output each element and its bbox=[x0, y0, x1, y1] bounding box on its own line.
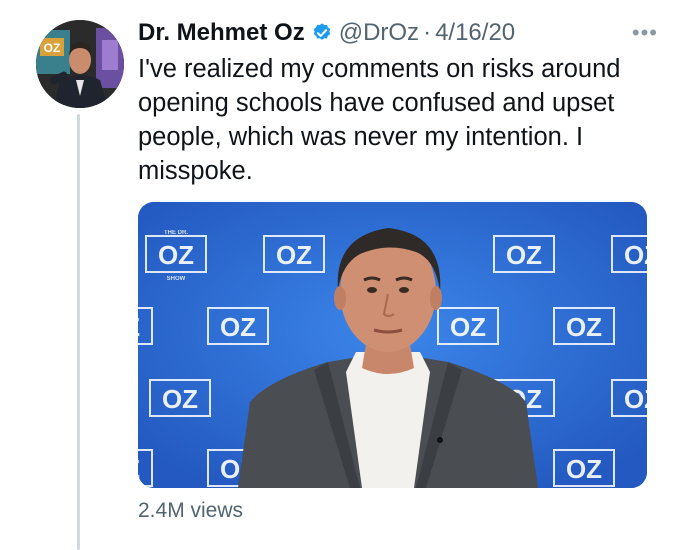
svg-text:THE DR.: THE DR. bbox=[164, 230, 188, 236]
svg-text:OZ: OZ bbox=[624, 384, 647, 414]
svg-text:OZ: OZ bbox=[276, 240, 312, 270]
svg-text:OZ: OZ bbox=[506, 240, 542, 270]
tweet-header: Dr. Mehmet Oz @DrOz · 4/16/20 ••• bbox=[138, 16, 658, 50]
display-name[interactable]: Dr. Mehmet Oz bbox=[138, 19, 305, 47]
separator-dot: · bbox=[423, 19, 432, 46]
thread-connector-line bbox=[77, 114, 80, 550]
svg-text:SHOW: SHOW bbox=[167, 276, 186, 282]
svg-text:OZ: OZ bbox=[624, 240, 647, 270]
avatar-logo-text: OZ bbox=[44, 41, 61, 55]
avatar[interactable]: OZ bbox=[36, 20, 124, 108]
svg-text:OZ: OZ bbox=[158, 240, 194, 270]
svg-text:OZ: OZ bbox=[220, 312, 256, 342]
tweet-video[interactable]: OZ OZ OZ OZ OZ OZ bbox=[138, 202, 647, 488]
video-frame: OZ OZ OZ OZ OZ OZ bbox=[138, 202, 647, 488]
tweet-date[interactable]: 4/16/20 bbox=[435, 19, 515, 47]
more-horizontal-icon[interactable]: ••• bbox=[632, 20, 658, 46]
svg-text:OZ: OZ bbox=[162, 384, 198, 414]
tweet-text: I've realized my comments on risks aroun… bbox=[138, 55, 621, 185]
verified-badge-icon bbox=[311, 22, 333, 44]
svg-text:OZ: OZ bbox=[138, 454, 140, 484]
svg-text:OZ: OZ bbox=[138, 312, 140, 342]
svg-text:OZ: OZ bbox=[566, 312, 602, 342]
view-count: 2.4M views bbox=[138, 499, 244, 522]
svg-text:OZ: OZ bbox=[450, 312, 486, 342]
avatar-image: OZ bbox=[36, 20, 124, 108]
user-handle[interactable]: @DrOz bbox=[339, 19, 419, 47]
svg-text:OZ: OZ bbox=[566, 454, 602, 484]
